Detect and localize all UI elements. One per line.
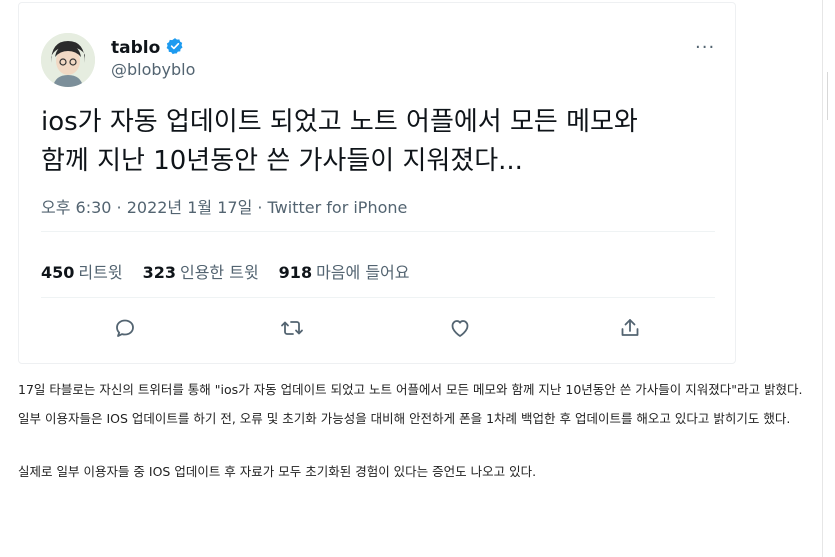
embedded-tweet-card: tablo @blobyblo ··· ios가 자동 업데이트 되었고 노트 … [18, 2, 736, 364]
share-icon[interactable] [615, 313, 645, 343]
tweet-actions [19, 309, 735, 349]
article-paragraph: 17일 타블로는 자신의 트위터를 통해 "ios가 자동 업데이트 되었고 노… [18, 382, 803, 397]
verified-badge-icon [166, 37, 184, 59]
retweet-count[interactable]: 450 리트윗 [41, 259, 123, 283]
article-paragraph: 실제로 일부 이용자들 중 IOS 업데이트 후 자료가 모두 초기화된 경험이… [18, 464, 537, 479]
more-icon[interactable]: ··· [695, 37, 715, 58]
like-count[interactable]: 918 마음에 들어요 [279, 259, 410, 283]
reply-icon[interactable] [110, 313, 140, 343]
author-handle[interactable]: @blobyblo [111, 60, 195, 79]
avatar[interactable] [41, 33, 95, 87]
article-paragraph: 일부 이용자들은 IOS 업데이트를 하기 전, 오류 및 초기화 가능성을 대… [18, 411, 791, 426]
quote-count[interactable]: 323 인용한 트윗 [143, 259, 259, 283]
like-icon[interactable] [445, 313, 475, 343]
tweet-stats: 450 리트윗 323 인용한 트윗 918 마음에 들어요 [41, 259, 409, 283]
divider [41, 231, 715, 232]
tweet-timestamp[interactable]: 오후 6:30 · 2022년 1월 17일 · Twitter for iPh… [41, 194, 407, 218]
author-name[interactable]: tablo [111, 38, 160, 58]
tweet-text: ios가 자동 업데이트 되었고 노트 어플에서 모든 메모와 함께 지난 10… [41, 107, 638, 176]
article-body: 17일 타블로는 자신의 트위터를 통해 "ios가 자동 업데이트 되었고 노… [18, 380, 808, 491]
page-scrollbar[interactable] [822, 0, 835, 557]
retweet-icon[interactable] [277, 313, 307, 343]
divider [41, 297, 715, 298]
